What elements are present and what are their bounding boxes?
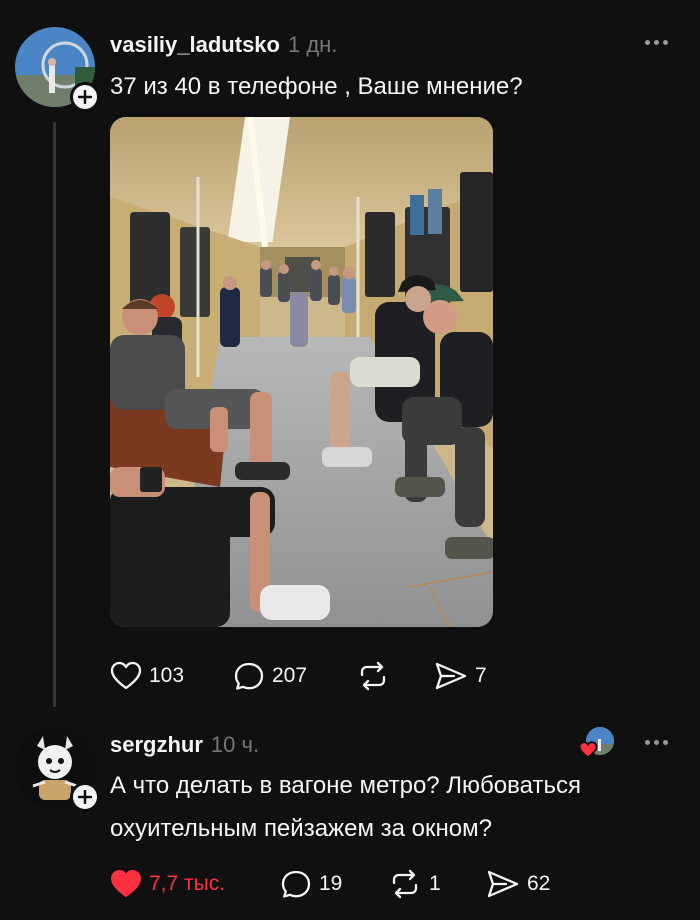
reply-repost-button[interactable]: 1 — [388, 869, 441, 899]
post-repost-button[interactable] — [356, 661, 397, 691]
reply-reply-button[interactable]: 19 — [280, 869, 342, 899]
heart-icon — [578, 741, 598, 759]
post-header: vasiliy_ladutsko 1 дн. — [110, 32, 337, 58]
post-image[interactable] — [110, 117, 493, 627]
post-like-count: 103 — [149, 664, 185, 687]
follow-plus-button-reply[interactable] — [70, 782, 100, 812]
reply-header: sergzhur 10 ч. — [110, 732, 259, 758]
plus-icon — [78, 90, 92, 104]
reply-like-count: 7,7 тыс. — [149, 872, 226, 895]
heart-icon — [110, 661, 142, 690]
post-like-button[interactable]: 103 — [110, 661, 184, 691]
post-reply-count: 207 — [272, 664, 308, 687]
heart-filled-icon — [111, 870, 141, 897]
reply-repost-count: 1 — [429, 872, 441, 895]
reply-text-line1: А что делать в вагоне метро? Любоваться — [110, 772, 581, 799]
follow-plus-button[interactable] — [70, 82, 100, 112]
reply-share-count: 62 — [527, 872, 551, 895]
repost-icon — [392, 869, 418, 899]
reply-like-button[interactable]: 7,7 тыс. — [110, 869, 225, 899]
post-text: 37 из 40 в телефоне , Ваше мнение? — [110, 73, 523, 100]
reply-share-button[interactable]: 62 — [486, 869, 550, 899]
comment-icon — [281, 870, 311, 898]
post-more-button[interactable] — [645, 40, 668, 45]
reply-more-button[interactable] — [645, 740, 668, 745]
share-icon — [487, 870, 519, 898]
repost-icon — [360, 661, 386, 691]
reply-username[interactable]: sergzhur — [110, 732, 203, 758]
reply-text-line2: охуительным пейзажем за окном? — [110, 815, 492, 842]
post-reply-button[interactable]: 207 — [233, 661, 307, 691]
comment-icon — [234, 662, 264, 690]
share-icon — [435, 662, 467, 690]
reply-timestamp: 10 ч. — [210, 732, 260, 757]
post-share-count: 7 — [475, 664, 487, 687]
post-share-button[interactable]: 7 — [434, 661, 487, 691]
post-username[interactable]: vasiliy_ladutsko — [110, 32, 280, 58]
post-timestamp: 1 дн. — [287, 32, 338, 57]
thread-connector-line — [53, 122, 56, 707]
reply-reply-count: 19 — [319, 872, 343, 895]
plus-icon — [78, 790, 92, 804]
author-liked-indicator — [578, 727, 618, 761]
